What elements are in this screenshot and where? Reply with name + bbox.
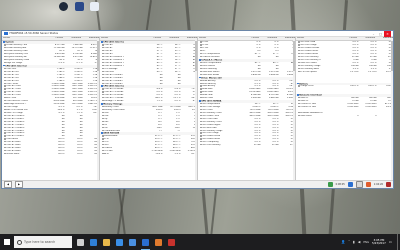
mail-icon [129,238,136,246]
chevron-up-icon[interactable]: ˄ [348,240,350,244]
network-icon[interactable]: ▮ [353,240,355,244]
sensor-label [198,153,242,156]
system-clock[interactable]: 3:05 PM 5/23/2017 [372,238,386,246]
taskbar-apps [74,234,178,250]
search-icon [17,239,22,245]
close-icon[interactable] [386,182,391,187]
app-orange-icon [155,238,162,246]
window-title: HWiNFO64 v5.50-3060 Sensor Status [9,32,58,35]
sensor-panel: SensorCurrentMinimumMaximumL3 Hit0 %0 %0… [198,37,295,180]
panel-scrollbar[interactable] [96,40,99,180]
settings-icon[interactable] [327,182,333,187]
panel-scrollbar[interactable] [194,40,197,180]
taskbar: Type here to search 👤 ˄ ▮ ◀ ENG 3:05 PM … [0,234,400,250]
column-header-minimum[interactable]: Minimum [64,37,82,40]
column-header-minimum[interactable]: Minimum [358,37,376,40]
sensor-row[interactable] [2,168,99,171]
close-button[interactable]: ✕ [384,31,391,37]
column-header-current[interactable]: Current [46,37,64,40]
system-tray: 👤 ˄ ▮ ◀ ENG 3:05 PM 5/23/2017 ▭ [341,238,392,246]
action-center-icon[interactable]: ▭ [389,240,392,244]
taskbar-app-edge[interactable] [87,234,100,250]
column-header-current[interactable]: Current [242,37,260,40]
window-statusbar: ◀ ▶ 0:08:05 1:04:26 [2,180,393,188]
desktop-icon[interactable] [57,2,69,12]
clock-date: 5/23/2017 [372,241,386,245]
start-button[interactable] [0,234,14,250]
column-header-minimum[interactable]: Minimum [162,37,180,40]
reset-icon[interactable] [365,182,371,187]
sensor-panel: Sensor Current Minimum Maximum GPU Misc Load… [296,37,393,180]
panel-scrollbar[interactable] [292,40,295,180]
sensor-row[interactable] [100,162,197,165]
taskbar-search-box[interactable]: Type here to search [14,236,72,248]
session-time: 1:04:26 [373,183,383,186]
clock-icon[interactable] [355,181,363,188]
taskbar-app-file-explorer[interactable] [100,234,113,250]
language-indicator[interactable]: ENG [363,241,369,244]
sensor-label [100,162,144,165]
taskbar-app-task-view[interactable] [74,234,87,250]
column-header-current[interactable]: Current [144,37,162,40]
nav-left-button[interactable]: ◀ [4,181,12,188]
sensor-minimum-value [260,153,278,156]
sensor-panels: Sensor Current Minimum Maximum System Virtual… [2,37,393,180]
taskbar-app-hwinfo[interactable] [139,234,152,250]
taskbar-app-store[interactable] [113,234,126,250]
file-explorer-icon [103,238,110,246]
desktop-icon[interactable] [88,2,100,12]
sensor-row[interactable] [296,153,393,156]
people-icon[interactable]: 👤 [341,240,345,244]
sensor-current-value [46,168,64,171]
sensor-label [296,153,340,156]
scrollbar-thumb[interactable] [97,41,99,72]
column-header-sensor[interactable]: Sensor [198,37,242,40]
sensor-panel: Sensor Current Minimum Maximum System Virtual… [2,37,99,180]
sensor-current-value [144,162,162,165]
app-icon [74,2,84,11]
scrollbar-thumb[interactable] [293,41,295,72]
taskbar-app-mail[interactable] [126,234,139,250]
sensor-minimum-value [162,162,180,165]
volume-icon[interactable]: ◀ [358,240,361,244]
column-header-sensor[interactable]: Sensor [296,37,340,40]
sensor-row[interactable] [198,153,295,156]
sensor-minimum-value [358,153,376,156]
column-header-sensor[interactable]: Sensor [2,37,46,40]
sensor-current-value [340,153,358,156]
sensor-status-window: HWiNFO64 v5.50-3060 Sensor Status – □ ✕ … [1,30,394,189]
log-icon[interactable] [347,182,353,187]
edge-icon [90,238,97,246]
sensor-minimum-value [64,168,82,171]
search-placeholder: Type here to search [24,240,56,244]
taskbar-app-app-red[interactable] [165,234,178,250]
app-red-icon [168,238,175,246]
hwinfo-icon [142,238,149,246]
nav-right-button[interactable]: ▶ [15,181,23,188]
minimize-button[interactable]: – [370,31,377,37]
scrollbar-thumb[interactable] [195,41,197,72]
speedometer-icon [58,2,68,11]
column-header-minimum[interactable]: Minimum [260,37,278,40]
taskbar-app-app-orange[interactable] [152,234,165,250]
sensor-label [2,168,46,171]
scrollbar-thumb[interactable] [391,41,393,72]
elapsed-time: 0:08:05 [335,183,345,186]
sensor-current-value [242,153,260,156]
maximize-button[interactable]: □ [377,31,384,37]
store-icon [116,238,123,246]
column-header-current[interactable]: Current [340,37,358,40]
hwinfo-app-icon [4,31,8,36]
desktop-icon[interactable] [73,2,85,12]
windows-logo-icon [4,239,10,245]
document-icon [89,2,99,11]
sensor-panel: Sensor Current Minimum Maximum CPU [#0]: Int… [100,37,197,180]
task-view-icon [77,238,84,246]
column-header-sensor[interactable]: Sensor [100,37,144,40]
panel-scrollbar[interactable] [390,40,393,180]
